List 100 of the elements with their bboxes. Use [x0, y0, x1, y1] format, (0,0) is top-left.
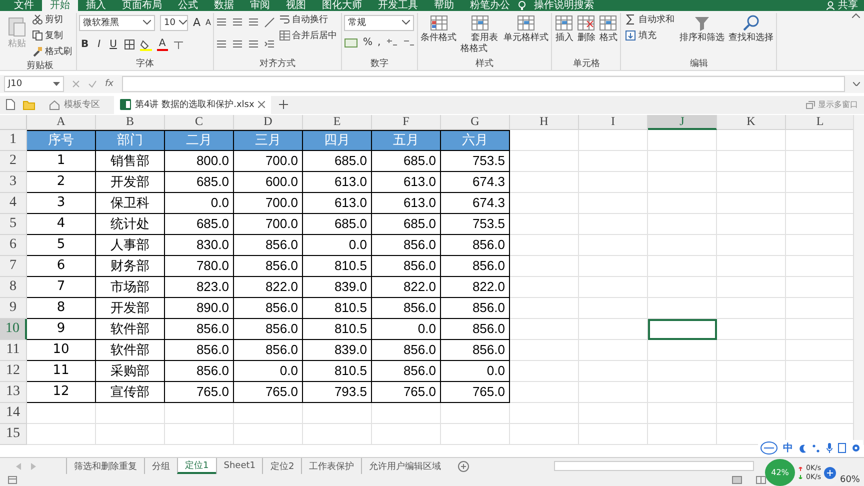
input-mode-button[interactable]: 中 — [783, 441, 793, 455]
number-format-field[interactable]: 常规 — [344, 14, 414, 31]
row-header[interactable]: 3 — [0, 172, 27, 193]
column-header[interactable]: D — [234, 114, 303, 130]
row-header[interactable]: 8 — [0, 276, 27, 298]
underline-button[interactable]: U — [108, 39, 119, 50]
fill-color-icon[interactable] — [140, 38, 152, 51]
menu-tab[interactable]: 开始 — [42, 0, 78, 11]
align-right-icon[interactable] — [248, 40, 260, 50]
sum-button[interactable]: 自动求和 — [623, 12, 676, 27]
new-file-icon[interactable] — [6, 99, 15, 110]
row-header[interactable]: 13 — [0, 382, 27, 403]
settings-icon[interactable] — [851, 443, 861, 453]
insert-button[interactable]: 插入 — [554, 12, 574, 46]
collapse-icon[interactable] — [852, 12, 860, 18]
formula-input[interactable] — [122, 76, 845, 92]
selected-cell[interactable] — [648, 318, 717, 340]
row-header[interactable]: 5 — [0, 214, 27, 235]
fill-button[interactable]: 填充 — [623, 28, 676, 43]
expand-icon[interactable] — [853, 82, 860, 86]
font-color-button[interactable]: A — [156, 38, 168, 51]
conditional-format-button[interactable]: 条件格式 — [420, 12, 458, 46]
column-header[interactable]: B — [96, 114, 165, 130]
row-header[interactable]: 14 — [0, 402, 27, 424]
align-middle-icon[interactable] — [232, 18, 244, 28]
italic-button[interactable]: I — [96, 39, 103, 50]
sort-filter-button[interactable]: 排序和筛选 — [678, 12, 726, 46]
merge-button[interactable]: 合并后居中 — [277, 28, 340, 43]
column-header[interactable]: K — [717, 114, 786, 130]
font-size-field[interactable]: 10 — [160, 14, 188, 31]
column-header[interactable]: G — [441, 114, 510, 130]
font-name-field[interactable]: 微软雅黑 — [79, 14, 155, 31]
row-header[interactable]: 2 — [0, 150, 27, 172]
row-header[interactable]: 12 — [0, 360, 27, 382]
decrease-font-button[interactable]: A — [206, 18, 212, 28]
phonetic-icon[interactable] — [172, 39, 184, 50]
horizontal-scrollbar[interactable] — [554, 461, 754, 472]
copy-button[interactable]: 复制 — [30, 28, 74, 43]
menu-tab[interactable]: 视图 — [278, 0, 314, 11]
column-header[interactable]: A — [27, 114, 96, 130]
increase-font-button[interactable]: A — [193, 16, 201, 30]
name-box[interactable]: J10 — [4, 76, 64, 92]
vertical-scrollbar[interactable] — [853, 114, 864, 446]
menu-tab[interactable]: 开发工具 — [370, 0, 426, 11]
menu-tab[interactable]: 粉笔办公 — [462, 0, 518, 11]
column-header[interactable]: L — [786, 114, 853, 130]
insert-function-button[interactable]: fx — [105, 78, 114, 89]
currency-icon[interactable] — [344, 38, 358, 48]
brush-button[interactable]: 格式刷 — [30, 44, 74, 59]
increase-decimal-icon[interactable] — [386, 38, 398, 48]
row-header[interactable]: 6 — [0, 234, 27, 256]
moon-icon[interactable] — [798, 444, 807, 452]
align-center-icon[interactable] — [232, 40, 244, 50]
percent-button[interactable]: % — [363, 37, 373, 48]
cell-style-button[interactable]: 单元格样式 — [502, 12, 550, 46]
sheet-tab[interactable]: 定位1 — [177, 458, 216, 474]
microphone-icon[interactable] — [826, 443, 833, 453]
menu-tab[interactable]: 公式 — [170, 0, 206, 11]
row-header[interactable]: 1 — [0, 130, 27, 151]
row-header[interactable]: 10 — [0, 318, 27, 340]
document-tab[interactable]: 模板专区 — [43, 96, 106, 114]
menu-tab[interactable]: 插入 — [78, 0, 114, 11]
comma-style-button[interactable]: , — [378, 37, 381, 48]
wrap-button[interactable]: 自动换行 — [277, 12, 340, 27]
align-bottom-icon[interactable] — [248, 18, 260, 28]
share-button[interactable]: 共享 — [838, 0, 858, 11]
delete-button[interactable]: 删除 — [576, 12, 596, 46]
scissors-button[interactable]: 剪切 — [30, 12, 74, 27]
add-sheet-icon[interactable] — [458, 460, 470, 472]
format-button[interactable]: 格式 — [598, 12, 618, 46]
column-header[interactable]: E — [303, 114, 372, 130]
menu-tab[interactable]: 数据 — [206, 0, 242, 11]
row-header[interactable]: 9 — [0, 298, 27, 319]
row-header[interactable]: 15 — [0, 424, 27, 445]
table-format-button[interactable]: 套用表格格式 — [460, 12, 500, 57]
menu-tab[interactable]: 页面布局 — [114, 0, 170, 11]
align-top-icon[interactable] — [216, 18, 228, 28]
align-left-icon[interactable] — [216, 40, 228, 50]
row-header[interactable]: 4 — [0, 192, 27, 214]
orientation-icon[interactable] — [264, 17, 276, 28]
column-header[interactable]: I — [579, 114, 648, 130]
menu-tab[interactable]: 图化大师 — [314, 0, 370, 11]
decrease-decimal-icon[interactable] — [402, 38, 415, 48]
row-header[interactable]: 7 — [0, 256, 27, 277]
normal-view-icon[interactable] — [732, 476, 742, 484]
plus-circle-icon[interactable] — [824, 466, 836, 478]
macro-icon[interactable] — [8, 476, 17, 484]
punctuation-icon[interactable] — [812, 444, 821, 452]
row-header[interactable]: 11 — [0, 340, 27, 361]
column-header[interactable]: J — [648, 114, 717, 130]
document-tab[interactable]: 第4讲 数据的选取和保护.xlsx — [114, 96, 272, 114]
find-select-button[interactable]: 查找和选择 — [727, 12, 774, 46]
column-header[interactable]: C — [165, 114, 234, 130]
bold-button[interactable]: B — [79, 39, 91, 50]
menu-tab[interactable]: 操作说明搜索 — [526, 0, 602, 11]
border-icon[interactable] — [124, 39, 135, 50]
column-header[interactable]: F — [372, 114, 441, 130]
plus-icon[interactable] — [279, 100, 288, 110]
keyboard-icon[interactable] — [838, 443, 846, 453]
menu-tab[interactable]: 帮助 — [426, 0, 462, 11]
